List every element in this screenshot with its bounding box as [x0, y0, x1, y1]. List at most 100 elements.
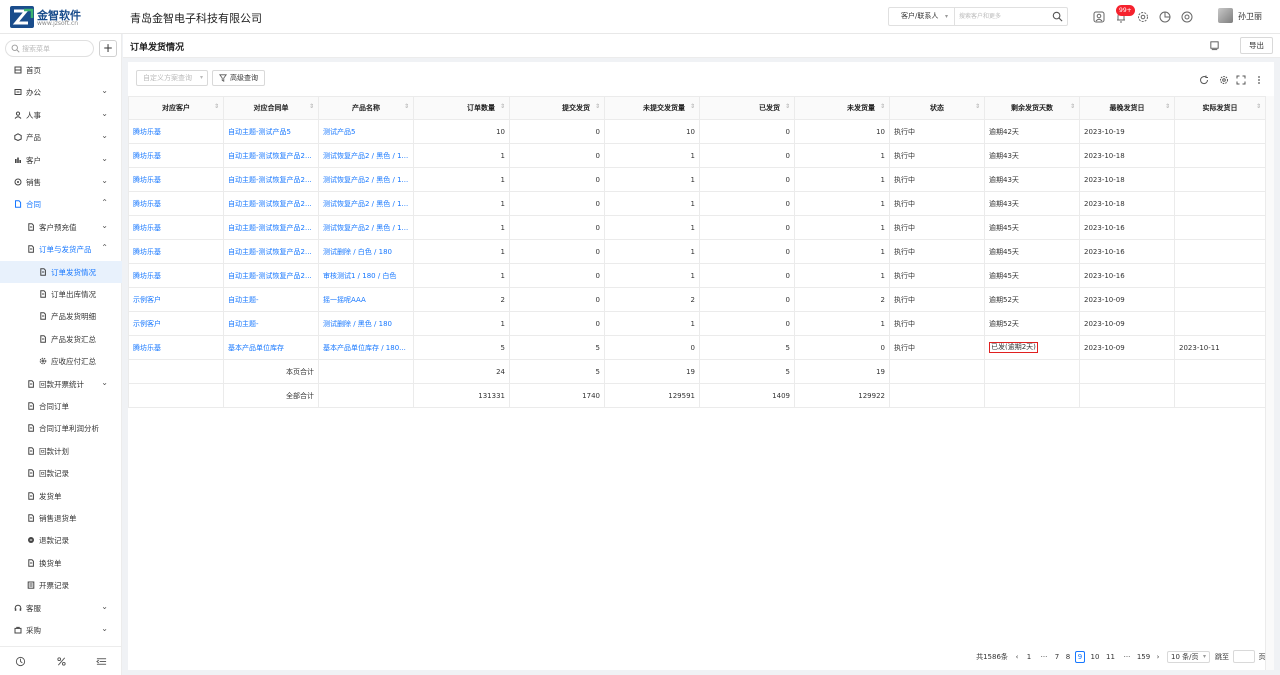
table-cell[interactable]: 腾坊乐基 — [128, 215, 224, 240]
history-icon[interactable] — [15, 656, 26, 667]
column-header[interactable]: 产品名称 ⇕ — [318, 96, 414, 120]
table-cell[interactable]: 基本产品单位库存 — [223, 335, 319, 360]
table-row[interactable]: 示例客户 自动主题- 摇一摇呢AAA 2 0 2 0 2 执行中 逾期52天 2023-10-09 — [128, 287, 1266, 312]
sidebar-item[interactable]: 应收应付汇总 — [0, 350, 122, 372]
search-icon[interactable] — [1052, 11, 1063, 22]
sidebar-item[interactable]: 客户 ⌄ — [0, 149, 122, 171]
pagination-ellipsis[interactable]: ··· — [1038, 651, 1050, 663]
sidebar-item[interactable]: 销售 ⌄ — [0, 171, 122, 193]
page-number[interactable]: 11 — [1106, 651, 1115, 663]
sidebar-item[interactable]: 办公 ⌄ — [0, 81, 122, 103]
table-cell[interactable]: 自动主题-测试恢复产品2... — [223, 191, 319, 216]
sidebar-item[interactable]: 回款计划 — [0, 440, 122, 462]
table-cell[interactable]: 测试恢复产品2 / 黑色 / 1... — [318, 215, 414, 240]
advanced-query-button[interactable]: 高级查询 — [212, 70, 265, 86]
sort-icon[interactable]: ⇕ — [785, 103, 790, 110]
table-cell[interactable]: 腾坊乐基 — [128, 119, 224, 144]
sidebar-item[interactable]: 退款记录 — [0, 529, 122, 551]
company-logo[interactable]: 金智软件 www.jzsoft.cn — [10, 6, 110, 28]
table-cell[interactable]: 示例客户 — [128, 287, 224, 312]
sort-icon[interactable]: ⇕ — [500, 103, 505, 110]
table-row[interactable]: 示例客户 自动主题- 测试删除 / 黑色 / 180 1 0 1 0 1 执行中 逾期52天 202… — [128, 311, 1266, 336]
sort-icon[interactable]: ⇕ — [1256, 103, 1261, 110]
more-icon[interactable] — [1254, 75, 1264, 85]
percent-icon[interactable] — [56, 656, 67, 667]
user-name[interactable]: 孙卫丽 — [1238, 11, 1262, 22]
column-header[interactable]: 对应合同单 ⇕ — [223, 96, 319, 120]
export-button[interactable]: 导出 — [1240, 37, 1273, 54]
page-number[interactable]: 7 — [1053, 651, 1061, 663]
table-row[interactable]: 腾坊乐基 自动主题-测试恢复产品2... 测试删除 / 白色 / 180 1 0 1 0 1 执… — [128, 239, 1266, 264]
column-header[interactable]: 状态 ⇕ — [889, 96, 985, 120]
sidebar-item[interactable]: 产品发货明细 — [0, 305, 122, 327]
fullscreen-icon[interactable] — [1236, 75, 1246, 85]
column-header[interactable]: 剩余发货天数 ⇕ — [984, 96, 1080, 120]
search-type-select[interactable]: 客户/联系人 ▾ — [889, 8, 955, 25]
table-cell[interactable]: 自动主题-测试产品5 — [223, 119, 319, 144]
sidebar-item[interactable]: 客服 ⌄ — [0, 597, 122, 619]
table-cell[interactable]: 自动主题- — [223, 287, 319, 312]
menu-search-input[interactable] — [22, 42, 92, 55]
sort-icon[interactable]: ⇕ — [595, 103, 600, 110]
page-number[interactable]: 10 — [1089, 651, 1101, 663]
sort-icon[interactable]: ⇕ — [690, 103, 695, 110]
table-cell[interactable]: 腾坊乐基 — [128, 263, 224, 288]
sort-icon[interactable]: ⇕ — [1070, 103, 1075, 110]
sidebar-item[interactable]: 合同订单 — [0, 395, 122, 417]
table-row[interactable]: 腾坊乐基 自动主题-测试恢复产品2... 测试恢复产品2 / 黑色 / 1... 1 0… — [128, 191, 1266, 216]
table-cell[interactable]: 测试恢复产品2 / 黑色 / 1... — [318, 167, 414, 192]
sidebar-item[interactable]: 回款记录 — [0, 462, 122, 484]
table-cell[interactable]: 审核测试1 / 180 / 白色 — [318, 263, 414, 288]
next-page-button[interactable]: › — [1154, 651, 1162, 663]
sidebar-item[interactable]: 采购 ⌄ — [0, 619, 122, 641]
sidebar-item[interactable]: 合同订单利润分析 — [0, 417, 122, 439]
column-header[interactable]: 未提交发货量 ⇕ — [604, 96, 700, 120]
table-cell[interactable]: 摇一摇呢AAA — [318, 287, 414, 312]
add-button[interactable]: + — [99, 40, 117, 57]
page-number[interactable]: 9 — [1075, 651, 1085, 663]
sort-icon[interactable]: ⇕ — [1165, 103, 1170, 110]
sort-icon[interactable]: ⇕ — [880, 103, 885, 110]
column-header[interactable]: 未发货量 ⇕ — [794, 96, 890, 120]
column-header[interactable]: 订单数量 ⇕ — [413, 96, 510, 120]
sidebar-item[interactable]: 订单出库情况 — [0, 283, 122, 305]
sidebar-item[interactable]: 产品发货汇总 — [0, 328, 122, 350]
table-cell[interactable]: 测试恢复产品2 / 黑色 / 1... — [318, 143, 414, 168]
column-header[interactable]: 已发货 ⇕ — [699, 96, 795, 120]
sidebar-item[interactable]: 回款开票统计 ⌄ — [0, 373, 122, 395]
sidebar-item[interactable]: 发货单 — [0, 485, 122, 507]
table-cell[interactable]: 测试删除 / 白色 / 180 — [318, 239, 414, 264]
page-number[interactable]: 1 — [1025, 651, 1033, 663]
table-row[interactable]: 腾坊乐基 自动主题-测试恢复产品2... 审核测试1 / 180 / 白色 1 0 1 0 1… — [128, 263, 1266, 288]
sort-icon[interactable]: ⇕ — [975, 103, 980, 110]
table-cell[interactable]: 腾坊乐基 — [128, 239, 224, 264]
sidebar-item[interactable]: 销售退货单 — [0, 507, 122, 529]
table-cell[interactable]: 腾坊乐基 — [128, 335, 224, 360]
table-row[interactable]: 腾坊乐基 自动主题-测试恢复产品2... 测试恢复产品2 / 黑色 / 1... 1 0… — [128, 143, 1266, 168]
table-cell[interactable]: 基本产品单位库存 / 180... — [318, 335, 414, 360]
sidebar-item[interactable]: 合同 ⌃ — [0, 193, 122, 215]
table-cell[interactable]: 测试恢复产品2 / 黑色 / 1... — [318, 191, 414, 216]
search-input[interactable] — [959, 9, 1051, 24]
column-header[interactable]: 实际发货日 ⇕ — [1174, 96, 1266, 120]
print-icon[interactable] — [1209, 40, 1220, 51]
table-cell[interactable]: 自动主题-测试恢复产品2... — [223, 143, 319, 168]
table-cell[interactable]: 自动主题- — [223, 311, 319, 336]
chart-icon[interactable] — [1158, 10, 1172, 24]
pagination-ellipsis[interactable]: ··· — [1121, 651, 1133, 663]
table-cell[interactable]: 腾坊乐基 — [128, 167, 224, 192]
table-cell[interactable]: 测试产品5 — [318, 119, 414, 144]
custom-scheme-select[interactable]: 自定义方案查询 ▾ — [136, 70, 208, 86]
prev-page-button[interactable]: ‹ — [1013, 651, 1021, 663]
table-cell[interactable]: 自动主题-测试恢复产品2... — [223, 215, 319, 240]
collapse-menu-icon[interactable] — [96, 656, 107, 667]
table-cell[interactable]: 自动主题-测试恢复产品2... — [223, 263, 319, 288]
table-row[interactable]: 腾坊乐基 基本产品单位库存 基本产品单位库存 / 180... 5 5 0 5 0 执行中 已发(… — [128, 335, 1266, 360]
help-icon[interactable] — [1180, 10, 1194, 24]
table-row[interactable]: 腾坊乐基 自动主题-测试恢复产品2... 测试恢复产品2 / 黑色 / 1... 1 0… — [128, 215, 1266, 240]
table-cell[interactable]: 自动主题-测试恢复产品2... — [223, 167, 319, 192]
table-row[interactable]: 腾坊乐基 自动主题-测试恢复产品2... 测试恢复产品2 / 黑色 / 1... 1 0… — [128, 167, 1266, 192]
table-scrollbar[interactable] — [1265, 96, 1274, 670]
refresh-icon[interactable] — [1199, 75, 1209, 85]
column-settings-icon[interactable] — [1219, 75, 1229, 85]
